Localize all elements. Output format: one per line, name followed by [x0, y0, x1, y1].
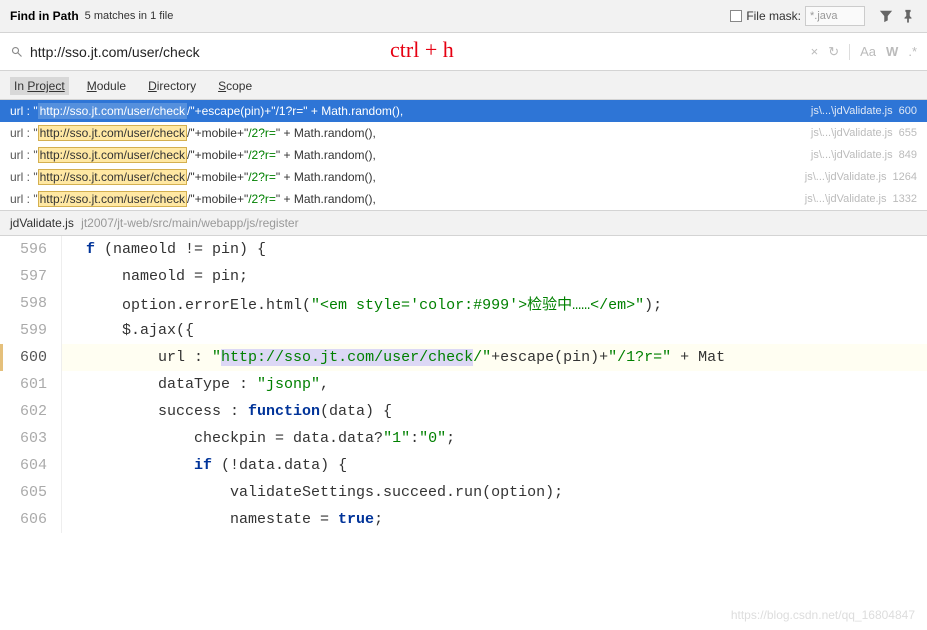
clear-icon[interactable]: × — [811, 44, 819, 59]
tab-directory[interactable]: Directory — [144, 77, 200, 95]
case-toggle[interactable]: Aa — [860, 44, 876, 59]
filemask-checkbox[interactable] — [730, 10, 742, 22]
preview-header: jdValidate.js jt2007/jt-web/src/main/web… — [0, 210, 927, 236]
code-line: validateSettings.succeed.run(option); — [62, 484, 927, 501]
history-icon[interactable]: ↻ — [828, 44, 839, 60]
line-number: 600 — [0, 344, 62, 371]
regex-toggle[interactable]: .* — [908, 44, 917, 59]
result-row[interactable]: url : "http://sso.jt.com/user/check/"+es… — [0, 100, 927, 122]
watermark: https://blog.csdn.net/qq_16804847 — [731, 608, 915, 622]
scope-tabs: In Project Module Directory Scope — [0, 71, 927, 100]
code-line: checkpin = data.data?"1":"0"; — [62, 430, 927, 447]
code-line: url : "http://sso.jt.com/user/check/"+es… — [62, 349, 927, 366]
search-input[interactable] — [30, 44, 811, 60]
tab-module[interactable]: Module — [83, 77, 130, 95]
line-number: 596 — [0, 236, 62, 263]
code-line: namestate = true; — [62, 511, 927, 528]
search-actions: × ↻ Aa W .* — [811, 44, 917, 60]
line-number: 598 — [0, 290, 62, 317]
line-number: 597 — [0, 263, 62, 290]
filter-icon[interactable] — [877, 7, 895, 25]
filemask-label: File mask: — [746, 9, 801, 23]
code-preview[interactable]: 596f (nameold != pin) { 597 nameold = pi… — [0, 236, 927, 533]
pin-icon[interactable] — [899, 7, 917, 25]
code-line: if (!data.data) { — [62, 457, 927, 474]
code-line: nameold = pin; — [62, 268, 927, 285]
match-count: 5 matches in 1 file — [85, 10, 174, 22]
line-number: 601 — [0, 371, 62, 398]
word-toggle[interactable]: W — [886, 44, 898, 59]
result-row[interactable]: url : "http://sso.jt.com/user/check/"+mo… — [0, 188, 927, 210]
result-row[interactable]: url : "http://sso.jt.com/user/check/"+mo… — [0, 122, 927, 144]
search-icon — [10, 45, 24, 59]
preview-path: jt2007/jt-web/src/main/webapp/js/registe… — [81, 216, 298, 230]
code-line: dataType : "jsonp", — [62, 376, 927, 393]
tab-project[interactable]: In Project — [10, 77, 69, 95]
search-row: ctrl + h × ↻ Aa W .* — [0, 33, 927, 71]
result-row[interactable]: url : "http://sso.jt.com/user/check/"+mo… — [0, 144, 927, 166]
result-row[interactable]: url : "http://sso.jt.com/user/check/"+mo… — [0, 166, 927, 188]
dialog-title: Find in Path — [10, 9, 79, 23]
preview-filename: jdValidate.js — [10, 216, 74, 230]
filemask-input[interactable] — [805, 6, 865, 26]
line-number: 599 — [0, 317, 62, 344]
line-number: 603 — [0, 425, 62, 452]
line-number: 604 — [0, 452, 62, 479]
code-line: option.errorEle.html("<em style='color:#… — [62, 293, 927, 314]
code-line: success : function(data) { — [62, 403, 927, 420]
line-number: 606 — [0, 506, 62, 533]
tab-scope[interactable]: Scope — [214, 77, 256, 95]
code-line: f (nameold != pin) { — [62, 241, 927, 258]
line-number: 605 — [0, 479, 62, 506]
code-line: $.ajax({ — [62, 322, 927, 339]
line-number: 602 — [0, 398, 62, 425]
results-list: url : "http://sso.jt.com/user/check/"+es… — [0, 100, 927, 210]
dialog-header: Find in Path 5 matches in 1 file File ma… — [0, 0, 927, 33]
